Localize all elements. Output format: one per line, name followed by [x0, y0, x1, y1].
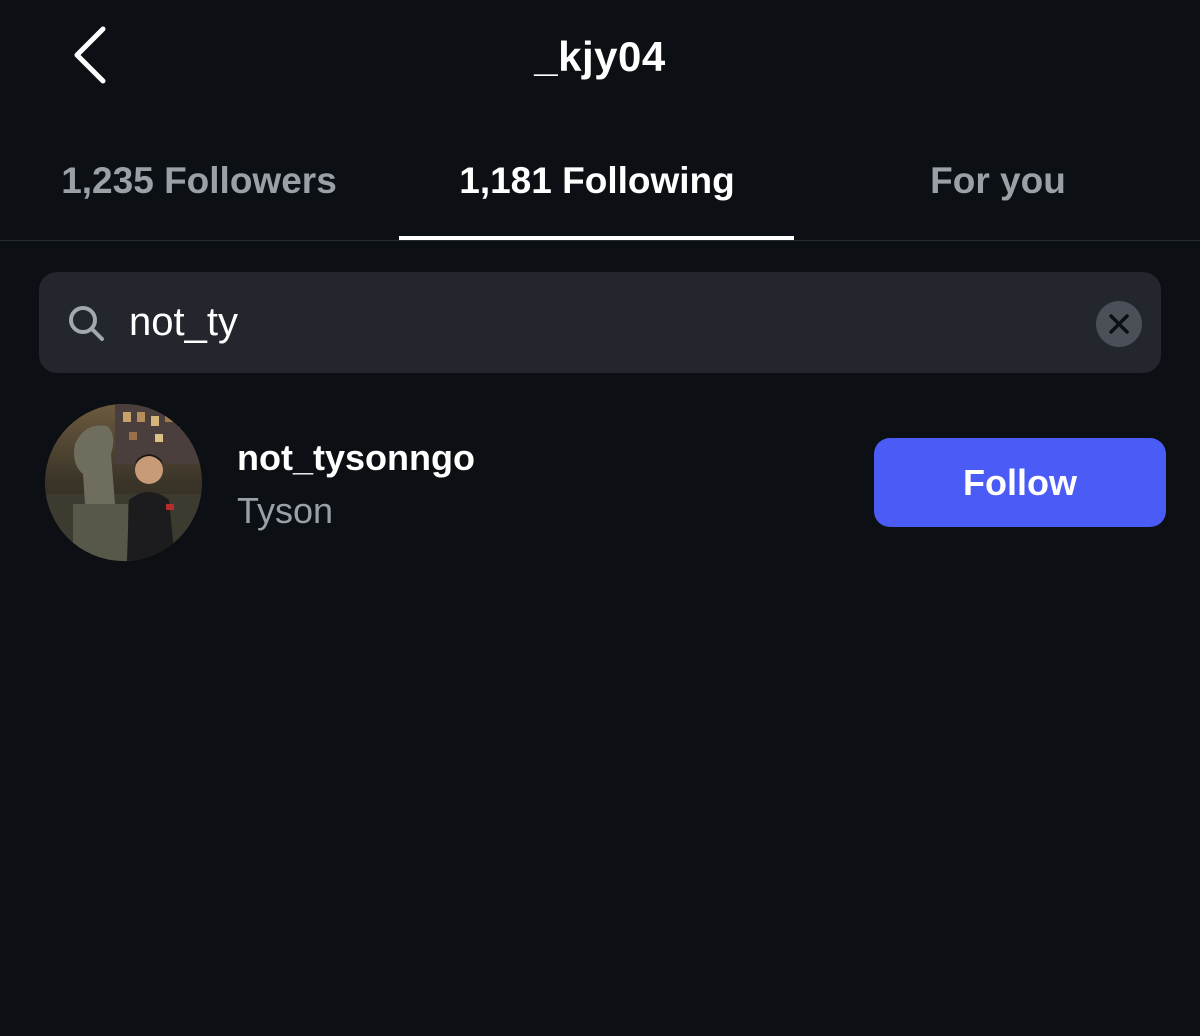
tab-bar: 1,235 Followers 1,181 Following For you: [0, 140, 1200, 241]
avatar[interactable]: [45, 404, 202, 561]
search-icon: [69, 306, 104, 341]
clear-search-button[interactable]: [1096, 301, 1142, 347]
avatar-photo: [45, 404, 202, 561]
tab-for-you[interactable]: For you: [796, 140, 1200, 240]
search-bar: [39, 272, 1161, 373]
tab-followers[interactable]: 1,235 Followers: [0, 140, 398, 240]
list-item[interactable]: not_tysonngo Tyson Follow: [0, 400, 1200, 565]
close-icon: [1109, 314, 1129, 334]
header: _kjy04: [0, 0, 1200, 120]
page-title: _kjy04: [534, 33, 666, 80]
tab-following[interactable]: 1,181 Following: [398, 140, 796, 240]
full-name: Tyson: [237, 490, 334, 531]
search-input[interactable]: [129, 290, 1069, 354]
active-tab-indicator: [399, 236, 794, 240]
username[interactable]: not_tysonngo: [237, 437, 475, 479]
follow-button[interactable]: Follow: [874, 438, 1166, 527]
following-screen: _kjy04 1,235 Followers 1,181 Following F…: [0, 0, 1200, 1036]
